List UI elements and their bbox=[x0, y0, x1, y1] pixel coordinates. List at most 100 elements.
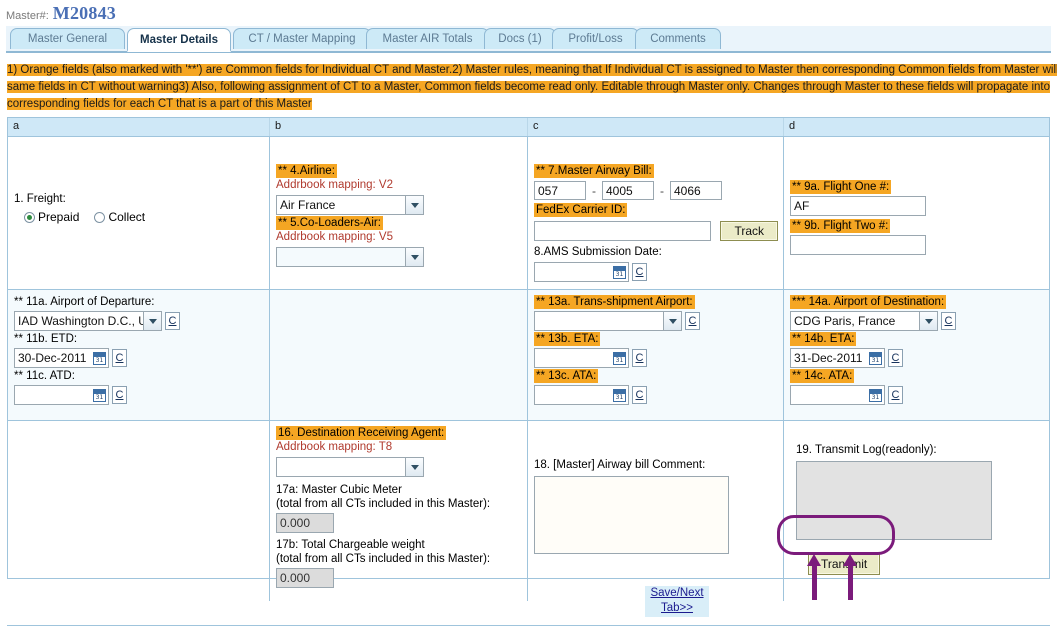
cell-transshipment: ** 13a. Trans-shipment Airport: C ** 13b… bbox=[528, 290, 784, 420]
flight-two-input[interactable] bbox=[790, 235, 926, 255]
notice-rule-1: 1) Orange fields (also marked with '**')… bbox=[7, 64, 453, 76]
destination-select[interactable]: CDG Paris, France bbox=[790, 311, 938, 331]
fedex-carrier-input[interactable] bbox=[534, 221, 712, 241]
transmit-button[interactable]: Transmit bbox=[808, 553, 881, 575]
page-bottom-rule bbox=[7, 625, 1050, 626]
atd-copy-button[interactable]: C bbox=[112, 386, 127, 404]
atd-input[interactable] bbox=[14, 385, 109, 405]
ams-date-label: 8.AMS Submission Date: bbox=[534, 246, 662, 258]
tab-comments[interactable]: Comments bbox=[635, 28, 721, 49]
radio-prepaid-label: Prepaid bbox=[38, 210, 80, 224]
tab-profit-loss[interactable]: Profit/Loss bbox=[552, 28, 639, 49]
calendar-icon[interactable] bbox=[93, 388, 106, 402]
cell-airline: ** 4.Airline: Addrbook mapping: V2 Air F… bbox=[270, 137, 528, 289]
airline-value: Air France bbox=[280, 198, 336, 212]
mawb-label: ** 7.Master Airway Bill: bbox=[534, 164, 654, 178]
eta14b-input[interactable]: 31-Dec-2011 bbox=[790, 348, 885, 368]
chargeable-weight-sublabel: (total from all CTs included in this Mas… bbox=[276, 553, 491, 565]
ata13c-copy-button[interactable]: C bbox=[632, 386, 647, 404]
ata14c-input[interactable] bbox=[790, 385, 885, 405]
column-header-row: a b c d bbox=[8, 118, 1049, 137]
column-header-a: a bbox=[8, 118, 270, 136]
mawb-separator: - bbox=[592, 183, 596, 198]
comment-textarea[interactable] bbox=[534, 476, 729, 554]
atd-label: ** 11c. ATD: bbox=[14, 370, 75, 382]
calendar-icon[interactable] bbox=[869, 388, 882, 402]
flight-one-input[interactable] bbox=[790, 196, 926, 216]
save-next-tab-link[interactable]: Save/Next Tab>> bbox=[645, 586, 709, 617]
calendar-icon[interactable] bbox=[613, 351, 626, 365]
ata13c-label: ** 13c. ATA: bbox=[534, 369, 599, 383]
calendar-icon[interactable] bbox=[613, 388, 626, 402]
comment-label: 18. [Master] Airway bill Comment: bbox=[534, 459, 706, 471]
tab-master-general[interactable]: Master General bbox=[10, 28, 125, 49]
etd-copy-button[interactable]: C bbox=[112, 349, 127, 367]
freight-label: 1. Freight: bbox=[14, 193, 66, 205]
cell-empty-b2 bbox=[270, 290, 528, 420]
eta13b-label: ** 13b. ETA: bbox=[534, 332, 601, 346]
transship-copy-button[interactable]: C bbox=[685, 312, 700, 330]
cell-airway-bill-comment: 18. [Master] Airway bill Comment: bbox=[528, 421, 784, 601]
departure-label: ** 11a. Airport of Departure: bbox=[14, 296, 155, 308]
master-label: Master#: bbox=[6, 10, 49, 22]
save-next-line1[interactable]: Save/Next bbox=[645, 586, 709, 601]
eta13b-input[interactable] bbox=[534, 348, 629, 368]
radio-collect-label: Collect bbox=[108, 210, 146, 224]
chevron-down-icon[interactable] bbox=[663, 312, 681, 330]
cell-departure: ** 11a. Airport of Departure: IAD Washin… bbox=[8, 290, 270, 420]
calendar-icon[interactable] bbox=[869, 351, 882, 365]
save-next-line2[interactable]: Tab>> bbox=[645, 601, 709, 616]
ata14c-copy-button[interactable]: C bbox=[888, 386, 903, 404]
transmit-log-box bbox=[796, 461, 992, 540]
calendar-icon[interactable] bbox=[613, 265, 626, 279]
calendar-icon[interactable] bbox=[93, 351, 106, 365]
transship-select[interactable] bbox=[534, 311, 682, 331]
ata14c-label: ** 14c. ATA: bbox=[790, 369, 855, 383]
chevron-down-icon[interactable] bbox=[405, 196, 423, 214]
chevron-down-icon[interactable] bbox=[919, 312, 937, 330]
mawb-part1-input[interactable] bbox=[534, 181, 586, 200]
coloaders-label: ** 5.Co-Loaders-Air: bbox=[276, 216, 383, 230]
receiving-agent-value bbox=[277, 458, 405, 476]
table-row-1: 1. Freight: Prepaid Collect ** 4.Airline… bbox=[8, 137, 1049, 290]
coloaders-select[interactable] bbox=[276, 247, 424, 267]
fedex-carrier-label: FedEx Carrier ID: bbox=[534, 203, 628, 217]
ata13c-input[interactable] bbox=[534, 385, 629, 405]
track-button[interactable]: Track bbox=[720, 221, 778, 241]
tab-docs[interactable]: Docs (1) bbox=[484, 28, 556, 49]
master-details-table: a b c d 1. Freight: Prepaid Collect ** 4… bbox=[7, 117, 1050, 601]
radio-prepaid[interactable] bbox=[24, 212, 35, 223]
chevron-down-icon[interactable] bbox=[143, 312, 161, 330]
tab-master-details[interactable]: Master Details bbox=[127, 28, 231, 52]
coloaders-mapping: Addrbook mapping: V5 bbox=[276, 231, 393, 243]
tab-master-air-totals[interactable]: Master AIR Totals bbox=[366, 28, 489, 49]
tab-ct-master-mapping[interactable]: CT / Master Mapping bbox=[233, 28, 371, 49]
notice-rule-3-cont: corresponding fields for each CT that is… bbox=[7, 98, 312, 110]
departure-select[interactable]: IAD Washington D.C., U bbox=[14, 311, 162, 331]
column-header-c: c bbox=[528, 118, 784, 136]
destination-label: *** 14a. Airport of Destination: bbox=[790, 295, 947, 309]
cell-receiving-agent: 16. Destination Receiving Agent: Addrboo… bbox=[270, 421, 528, 601]
airline-select[interactable]: Air France bbox=[276, 195, 424, 215]
eta13b-copy-button[interactable]: C bbox=[632, 349, 647, 367]
mawb-part2-input[interactable] bbox=[602, 181, 654, 200]
eta14b-copy-button[interactable]: C bbox=[888, 349, 903, 367]
instructions-banner: 1) Orange fields (also marked with '**')… bbox=[7, 62, 1057, 112]
chevron-down-icon[interactable] bbox=[405, 458, 423, 476]
radio-collect[interactable] bbox=[94, 212, 106, 223]
departure-copy-button[interactable]: C bbox=[165, 312, 180, 330]
destination-copy-button[interactable]: C bbox=[941, 312, 956, 330]
receiving-agent-select[interactable] bbox=[276, 457, 424, 477]
chevron-down-icon[interactable] bbox=[405, 248, 423, 266]
airline-label: ** 4.Airline: bbox=[276, 164, 337, 178]
ams-date-input[interactable] bbox=[534, 262, 629, 282]
ams-copy-button[interactable]: C bbox=[632, 263, 647, 281]
cubic-meter-sublabel: (total from all CTs included in this Mas… bbox=[276, 498, 491, 510]
tab-bar: Master General Master Details CT / Maste… bbox=[6, 26, 1051, 53]
cell-empty-a3 bbox=[8, 421, 270, 601]
table-row-2: ** 11a. Airport of Departure: IAD Washin… bbox=[8, 290, 1049, 421]
mawb-separator: - bbox=[660, 183, 664, 198]
mawb-part3-input[interactable] bbox=[670, 181, 722, 200]
etd-input[interactable]: 30-Dec-2011 bbox=[14, 348, 109, 368]
table-row-3: 16. Destination Receiving Agent: Addrboo… bbox=[8, 421, 1049, 601]
